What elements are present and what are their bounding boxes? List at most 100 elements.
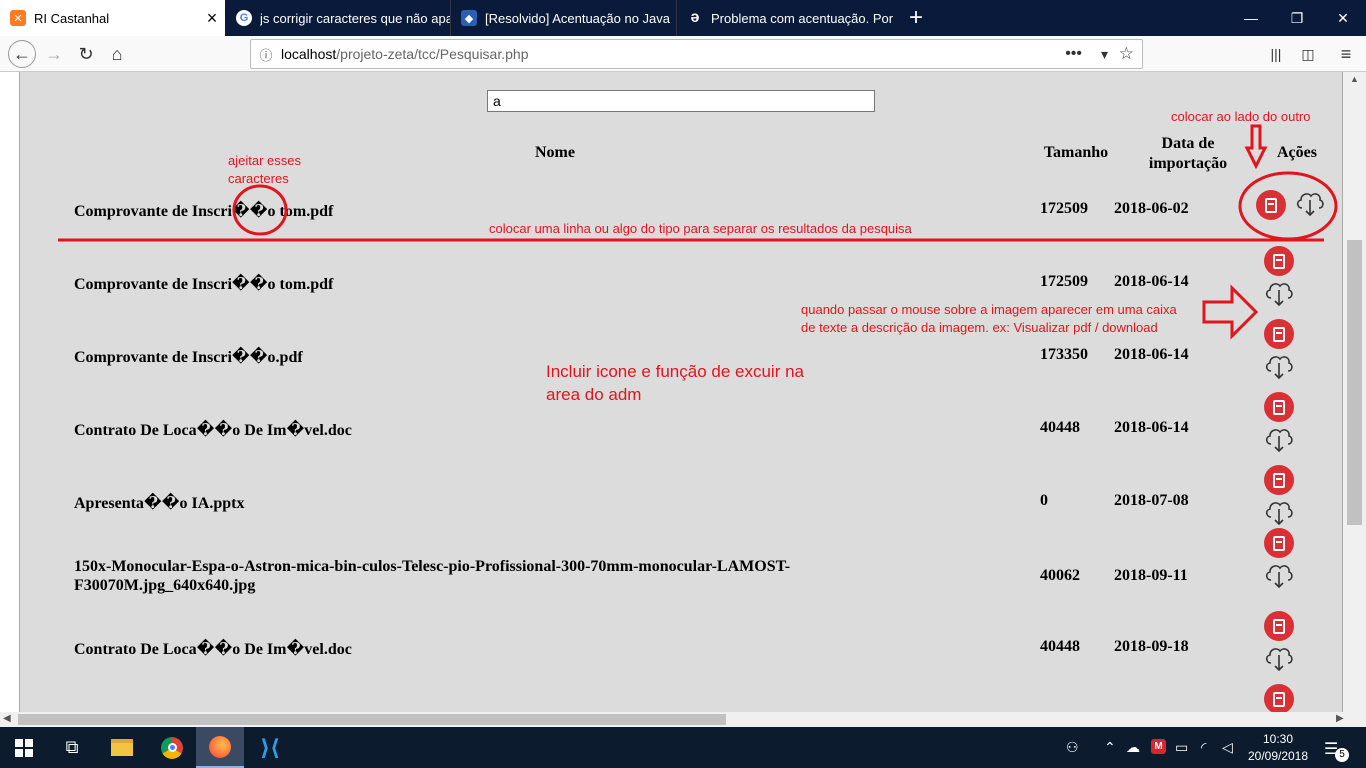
download-cloud-icon[interactable] <box>1263 497 1295 527</box>
guj-icon: ◆ <box>461 10 477 26</box>
close-window-button[interactable]: ✕ <box>1320 0 1366 36</box>
result-date: 2018-09-18 <box>1114 638 1189 655</box>
library-icon[interactable]: ||| <box>1262 40 1290 68</box>
view-pdf-icon[interactable] <box>1256 190 1286 220</box>
home-icon[interactable]: ⌂ <box>103 40 131 68</box>
clock-date: 20/09/2018 <box>1247 749 1309 763</box>
navigation-bar: ← → ↻ ⌂ ⓘ localhost/projeto-zeta/tcc/Pes… <box>0 36 1366 72</box>
xampp-icon: ✕ <box>10 10 26 26</box>
chrome-icon[interactable] <box>148 727 196 768</box>
result-name: Apresenta��o IA.pptx <box>74 495 245 512</box>
tab-google[interactable]: G js corrigir caracteres que não aparece… <box>226 0 450 36</box>
result-size: 40448 <box>1040 638 1080 655</box>
people-icon[interactable]: ⚇ <box>1066 739 1079 756</box>
new-tab-button[interactable]: + <box>900 0 932 36</box>
wifi-icon[interactable]: ◜ <box>1201 739 1206 756</box>
forward-arrow-icon[interactable]: → <box>40 40 68 68</box>
view-pdf-icon[interactable] <box>1264 319 1294 349</box>
download-cloud-icon[interactable] <box>1263 351 1295 381</box>
notification-badge: 5 <box>1335 748 1349 762</box>
result-date: 2018-06-14 <box>1114 346 1189 363</box>
download-cloud-icon[interactable] <box>1263 643 1295 673</box>
horizontal-scrollbar[interactable]: ◀ ▶ <box>0 712 1366 727</box>
annotation-tooltip: quando passar o mouse sobre a imagem apa… <box>801 302 1177 335</box>
result-size: 40448 <box>1040 419 1080 436</box>
file-explorer-icon[interactable] <box>98 727 146 768</box>
vscode-icon[interactable]: ⟩⟨ <box>246 727 294 768</box>
result-date: 2018-06-14 <box>1114 419 1189 436</box>
task-view-icon[interactable]: ⧉ <box>48 727 96 768</box>
scroll-left-icon[interactable]: ◀ <box>3 713 11 724</box>
view-pdf-icon[interactable] <box>1264 611 1294 641</box>
header-name: Nome <box>535 144 575 161</box>
result-size: 173350 <box>1040 346 1088 363</box>
tab-title: js corrigir caracteres que não aparecem <box>260 10 450 26</box>
scroll-up-icon[interactable]: ▲ <box>1343 74 1366 84</box>
result-name: Comprovante de Inscri��o tom.pdf <box>74 203 334 220</box>
url-host: localhost <box>281 46 337 62</box>
result-name: Contrato De Loca��o De Im�vel.doc <box>74 641 352 658</box>
result-size: 40062 <box>1040 567 1080 584</box>
result-name: Contrato De Loca��o De Im�vel.doc <box>74 422 352 439</box>
bookmark-star-icon[interactable]: ☆ <box>1119 44 1134 64</box>
reload-icon[interactable]: ↻ <box>72 40 100 68</box>
menu-icon[interactable]: ≡ <box>1332 40 1360 68</box>
url-bar[interactable]: ⓘ localhost/projeto-zeta/tcc/Pesquisar.p… <box>250 39 1143 69</box>
download-cloud-icon[interactable] <box>1294 188 1326 218</box>
tab-ri-castanhal[interactable]: ✕ RI Castanhal × <box>0 0 225 36</box>
tab-guj[interactable]: ◆ [Resolvido] Acentuação no Java <box>450 0 676 36</box>
clock-time: 10:30 <box>1262 732 1294 746</box>
page-actions-icon[interactable]: ••• <box>1065 45 1082 63</box>
vertical-scrollbar[interactable]: ▲ <box>1343 72 1366 712</box>
header-size: Tamanho <box>1043 144 1109 161</box>
minimize-button[interactable]: — <box>1228 0 1274 36</box>
url-path: /projeto-zeta/tcc/Pesquisar.php <box>336 46 529 62</box>
google-icon: G <box>236 10 252 26</box>
annotation-fix-chars: ajeitar esses caracteres <box>228 153 301 186</box>
scroll-right-icon[interactable]: ▶ <box>1336 713 1344 724</box>
tab-title: Problema com acentuação. Por <box>711 10 894 26</box>
windows-start-icon[interactable] <box>0 727 48 768</box>
stackoverflow-pt-icon: ə <box>690 9 700 26</box>
result-date: 2018-06-02 <box>1114 200 1189 217</box>
result-size: 172509 <box>1040 273 1088 290</box>
view-pdf-icon[interactable] <box>1264 528 1294 558</box>
onedrive-icon[interactable]: ☁ <box>1126 739 1140 756</box>
close-tab-icon[interactable]: × <box>199 8 225 29</box>
firefox-icon[interactable] <box>196 727 244 768</box>
annotation-separator: colocar uma linha ou algo do tipo para s… <box>489 221 912 236</box>
tab-stackoverflow[interactable]: ə Problema com acentuação. Por <box>676 0 900 36</box>
taskbar: ⧉ ⟩⟨ ⚇ ⌃ ☁ M ▭ ◜ ◁ 10:30 20/09/2018 ☰ 5 <box>0 727 1366 768</box>
view-pdf-icon[interactable] <box>1264 465 1294 495</box>
sidebar-icon[interactable]: ◫ <box>1294 40 1322 68</box>
annotation-side-by-side: colocar ao lado do outro <box>1171 109 1311 124</box>
result-size: 172509 <box>1040 200 1088 217</box>
mcafee-icon[interactable]: M <box>1151 739 1166 754</box>
view-pdf-icon[interactable] <box>1264 392 1294 422</box>
header-actions: Ações <box>1277 144 1317 161</box>
clock[interactable]: 10:30 20/09/2018 <box>1246 731 1310 765</box>
download-cloud-icon[interactable] <box>1263 560 1295 590</box>
view-pdf-icon[interactable] <box>1264 684 1294 712</box>
vertical-scroll-thumb[interactable] <box>1347 240 1362 525</box>
tray-chevron-icon[interactable]: ⌃ <box>1104 739 1116 756</box>
result-name: 150x-Monocular-Espa-o-Astron-mica-bin-cu… <box>74 558 791 594</box>
back-arrow-icon[interactable]: ← <box>8 40 36 68</box>
tab-title: [Resolvido] Acentuação no Java <box>485 10 671 26</box>
tab-bar: ✕ RI Castanhal × G js corrigir caractere… <box>0 0 1366 36</box>
viewport: Nome Tamanho Data de importação Ações Co… <box>0 72 1366 712</box>
battery-icon[interactable]: ▭ <box>1175 739 1188 756</box>
result-date: 2018-09-11 <box>1114 567 1188 584</box>
download-cloud-icon[interactable] <box>1263 424 1295 454</box>
volume-icon[interactable]: ◁ <box>1222 739 1233 756</box>
header-date: Data de importação <box>1148 135 1228 172</box>
search-input[interactable] <box>487 90 875 112</box>
result-date: 2018-07-08 <box>1114 492 1189 509</box>
tab-title: RI Castanhal <box>34 10 110 26</box>
view-pdf-icon[interactable] <box>1264 246 1294 276</box>
maximize-button[interactable]: ❐ <box>1274 0 1320 36</box>
pocket-icon[interactable]: ▾ <box>1101 46 1108 63</box>
info-icon[interactable]: ⓘ <box>251 45 281 64</box>
horizontal-scroll-thumb[interactable] <box>18 714 726 725</box>
download-cloud-icon[interactable] <box>1263 278 1295 308</box>
